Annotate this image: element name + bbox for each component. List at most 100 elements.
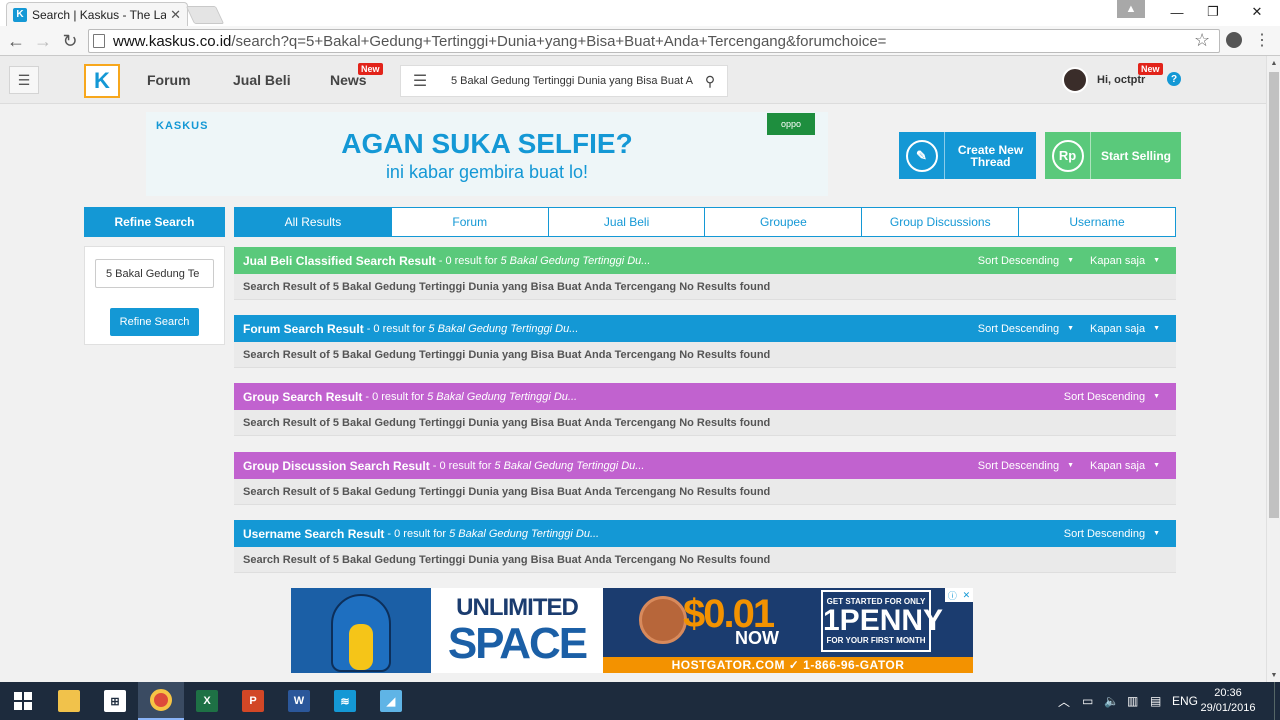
refine-search-button[interactable]: Refine Search [110, 308, 199, 336]
windows-taskbar: ⊞ X P W ≋ ◢ ︿ ▭ 🔈 ▥ ▤ ENG 20:36 29/01/20… [0, 682, 1280, 720]
time-dropdown[interactable]: Kapan saja ▼ [1090, 323, 1160, 335]
group-discussion-result-section: Group Discussion Search Result - 0 resul… [234, 452, 1176, 505]
tab-groupee[interactable]: Groupee [705, 207, 863, 237]
search-input[interactable]: 5 Bakal Gedung Tertinggi Dunia yang Bisa… [439, 75, 693, 87]
section-body: Search Result of 5 Bakal Gedung Tertingg… [234, 410, 1176, 436]
notes-app-icon[interactable]: ◢ [368, 682, 414, 720]
section-body: Search Result of 5 Bakal Gedung Tertingg… [234, 479, 1176, 505]
section-header: Username Search Result - 0 result for 5 … [234, 520, 1176, 547]
taskbar-clock[interactable]: 20:36 29/01/2016 [1200, 686, 1256, 716]
tab-jual-beli[interactable]: Jual Beli [548, 207, 706, 237]
nav-jual-beli[interactable]: Jual Beli [233, 72, 291, 88]
result-count: - 0 result for [438, 254, 498, 267]
result-count: - 0 result for [387, 527, 447, 540]
start-selling-button[interactable]: Rp Start Selling [1045, 132, 1181, 179]
time-dropdown[interactable]: Kapan saja ▼ [1090, 255, 1160, 267]
user-greeting[interactable]: Hi, octptr [1097, 74, 1145, 86]
ad-choices-icon[interactable]: ⓘ ✕ [945, 588, 973, 602]
scroll-down-icon[interactable]: ▼ [1267, 668, 1280, 682]
restore-button[interactable]: ❐ [1190, 0, 1236, 24]
wifi-app-icon[interactable]: ≋ [322, 682, 368, 720]
tray-up-arrow-icon[interactable]: ︿ [1058, 682, 1070, 720]
new-tab-button[interactable] [185, 6, 225, 24]
section-title: Group Search Result [243, 389, 363, 404]
jual-beli-result-section: Jual Beli Classified Search Result - 0 r… [234, 247, 1176, 300]
browser-tab[interactable]: K Search | Kaskus - The Larg ✕ [6, 2, 188, 26]
page-scrollbar[interactable]: ▲ ▼ [1266, 56, 1280, 682]
volume-muted-icon[interactable]: 🔈 [1104, 682, 1119, 720]
section-header: Group Discussion Search Result - 0 resul… [234, 452, 1176, 479]
url-path: /search?q=5+Bakal+Gedung+Tertinggi+Dunia… [231, 32, 887, 50]
chrome-icon[interactable] [138, 682, 184, 720]
tab-forum[interactable]: Forum [391, 207, 549, 237]
chrome-menu-icon[interactable]: ⋮ [1254, 30, 1270, 50]
show-desktop-button[interactable] [1274, 682, 1280, 720]
sort-dropdown[interactable]: Sort Descending ▼ [1064, 391, 1160, 403]
avatar[interactable] [1062, 67, 1088, 93]
hamburger-menu-icon[interactable]: ☰ [9, 66, 39, 94]
clock-date: 29/01/2016 [1200, 702, 1256, 714]
ad-now: NOW [735, 628, 779, 648]
tab-title: Search | Kaskus - The Larg [32, 7, 167, 22]
extension-icon[interactable] [1226, 32, 1242, 48]
refine-search-panel: 5 Bakal Gedung Te Refine Search [84, 246, 225, 345]
close-window-button[interactable]: ✕ [1234, 0, 1280, 24]
nav-forum[interactable]: Forum [147, 72, 191, 88]
word-icon[interactable]: W [276, 682, 322, 720]
network-icon[interactable]: ▥ [1127, 682, 1138, 720]
refine-search-input[interactable]: 5 Bakal Gedung Te [95, 259, 214, 288]
browser-tab-bar: K Search | Kaskus - The Larg ✕ ▲ — ❐ ✕ [0, 0, 1280, 26]
excel-icon[interactable]: X [184, 682, 230, 720]
sort-dropdown[interactable]: Sort Descending ▼ [978, 323, 1074, 335]
search-category-menu-icon[interactable]: ☰ [401, 71, 439, 91]
tab-all-results[interactable]: All Results [234, 207, 392, 237]
sort-dropdown[interactable]: Sort Descending ▼ [1064, 528, 1160, 540]
bookmark-star-icon[interactable]: ☆ [1194, 30, 1210, 51]
caret-down-icon: ▼ [1067, 325, 1075, 332]
back-icon[interactable]: ← [5, 30, 27, 52]
section-title: Group Discussion Search Result [243, 458, 430, 473]
reload-icon[interactable]: ↻ [59, 30, 81, 52]
create-thread-button[interactable]: ✎ Create New Thread [899, 132, 1036, 179]
file-explorer-icon[interactable] [46, 682, 92, 720]
scroll-thumb[interactable] [1269, 72, 1279, 518]
store-icon[interactable]: ⊞ [92, 682, 138, 720]
notification-icon[interactable]: ▤ [1150, 682, 1161, 720]
time-dropdown[interactable]: Kapan saja ▼ [1090, 460, 1160, 472]
search-icon[interactable]: ⚲ [693, 73, 727, 90]
sort-dropdown[interactable]: Sort Descending ▼ [978, 460, 1074, 472]
help-icon[interactable]: ? [1167, 72, 1181, 86]
group-result-section: Group Search Result - 0 result for 5 Bak… [234, 383, 1176, 436]
start-button[interactable] [0, 682, 46, 720]
battery-icon[interactable]: ▭ [1082, 682, 1093, 720]
hostgator-ad[interactable]: UNLIMITED SPACE $0.01 NOW GET STARTED FO… [291, 588, 973, 673]
caret-down-icon: ▼ [1153, 530, 1160, 537]
url-bar[interactable]: www.kaskus.co.id /search?q=5+Bakal+Gedun… [88, 29, 1220, 53]
create-thread-label: Create New Thread [957, 142, 1024, 169]
refine-search-title: Refine Search [84, 207, 225, 237]
tab-group-discussions[interactable]: Group Discussions [862, 207, 1020, 237]
forward-icon[interactable]: → [32, 30, 54, 52]
section-body: Search Result of 5 Bakal Gedung Tertingg… [234, 274, 1176, 300]
section-header: Group Search Result - 0 result for 5 Bak… [234, 383, 1176, 410]
sort-dropdown[interactable]: Sort Descending ▼ [978, 255, 1074, 267]
ad-penny-box: GET STARTED FOR ONLY 1PENNY FOR YOUR FIR… [821, 590, 943, 652]
caret-down-icon: ▼ [1153, 257, 1160, 264]
tab-username[interactable]: Username [1019, 207, 1176, 237]
section-body: Search Result of 5 Bakal Gedung Tertingg… [234, 342, 1176, 368]
result-query: 5 Bakal Gedung Tertinggi Du... [427, 390, 578, 403]
language-indicator[interactable]: ENG [1172, 682, 1198, 720]
powerpoint-icon[interactable]: P [230, 682, 276, 720]
url-host: www.kaskus.co.id [113, 32, 232, 50]
close-tab-icon[interactable]: ✕ [170, 7, 181, 23]
address-toolbar: ← → ↻ www.kaskus.co.id /search?q=5+Bakal… [0, 26, 1280, 56]
scroll-up-icon[interactable]: ▲ [1267, 56, 1280, 70]
result-query: 5 Bakal Gedung Tertinggi Du... [428, 322, 579, 335]
caret-down-icon: ▼ [1153, 393, 1160, 400]
profile-icon[interactable]: ▲ [1117, 0, 1145, 18]
kaskus-logo[interactable]: K [84, 64, 120, 98]
header-search: ☰ 5 Bakal Gedung Tertinggi Dunia yang Bi… [400, 65, 728, 97]
promo-banner[interactable]: KASKUS AGAN SUKA SELFIE? ini kabar gembi… [146, 112, 828, 196]
result-query: 5 Bakal Gedung Tertinggi Du... [494, 459, 645, 472]
start-selling-label: Start Selling [1100, 148, 1171, 163]
